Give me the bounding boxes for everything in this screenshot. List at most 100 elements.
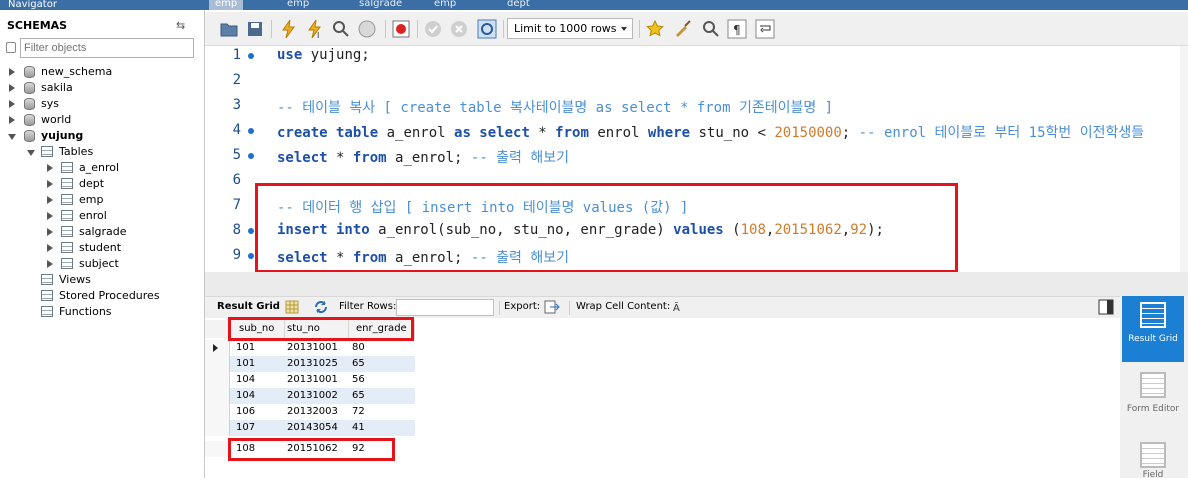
field-types-button[interactable]: Field: [1122, 436, 1184, 502]
execute-current-icon[interactable]: I: [305, 19, 325, 39]
expand-arrow-icon[interactable]: [9, 84, 15, 92]
cell-enr-grade[interactable]: 65: [352, 388, 365, 404]
table-item-subject[interactable]: subject: [0, 256, 200, 272]
expand-arrow-icon[interactable]: [47, 196, 53, 204]
database-icon: [24, 82, 35, 94]
cell-stu-no[interactable]: 20131002: [287, 388, 338, 404]
save-icon[interactable]: [245, 19, 265, 39]
tab-emp[interactable]: emp: [209, 0, 244, 10]
explain-magnifier-icon[interactable]: [331, 19, 351, 39]
schema-item-world[interactable]: world: [0, 112, 200, 128]
cell-sub-no[interactable]: 104: [236, 372, 255, 388]
expand-arrow-icon[interactable]: [47, 228, 53, 236]
execute-lightning-icon[interactable]: [279, 19, 299, 39]
table-item-student[interactable]: student: [0, 240, 200, 256]
table-item-salgrade[interactable]: salgrade: [0, 224, 200, 240]
toggle-error-icon[interactable]: [391, 19, 411, 39]
panel-splitter[interactable]: [205, 272, 1188, 296]
word-wrap-icon[interactable]: [755, 19, 775, 39]
filter-rows-input[interactable]: [396, 299, 494, 316]
expand-arrow-icon[interactable]: [47, 180, 53, 188]
limit-rows-select[interactable]: Limit to 1000 rows: [507, 18, 633, 39]
stop-hand-icon[interactable]: [357, 19, 377, 39]
cell-stu-no[interactable]: 20143054: [287, 420, 338, 436]
cell-enr-grade[interactable]: 41: [352, 420, 365, 436]
table-row[interactable]: 104 20131002 65: [205, 388, 415, 404]
tab-dept[interactable]: dept: [507, 0, 530, 10]
beautify-broom-icon[interactable]: [673, 19, 693, 39]
table-row[interactable]: 104 20131001 56: [205, 372, 415, 388]
cell-stu-no[interactable]: 20132003: [287, 404, 338, 420]
wrap-text-icon[interactable]: Ā: [672, 301, 684, 313]
cell-enr-grade[interactable]: 80: [352, 340, 365, 356]
tab-salgrade[interactable]: salgrade: [359, 0, 402, 10]
cell-sub-no[interactable]: 101: [236, 340, 255, 356]
expand-arrow-icon[interactable]: [47, 244, 53, 252]
invisible-chars-pilcrow-icon[interactable]: ¶: [727, 19, 747, 39]
expand-arrow-icon[interactable]: [9, 100, 15, 108]
auto-commit-icon[interactable]: [477, 19, 497, 39]
code-line-1: use yujung;: [277, 47, 370, 63]
functions-folder[interactable]: Functions: [0, 304, 200, 320]
cell-sub-no[interactable]: 101: [236, 356, 255, 372]
table-row[interactable]: 101 20131001 80: [205, 340, 415, 356]
expand-arrow-icon[interactable]: [9, 68, 15, 76]
schema-item-sys[interactable]: sys: [0, 96, 200, 112]
table-icon: [61, 178, 73, 189]
tab-emp-3[interactable]: emp: [434, 0, 456, 10]
table-item-dept[interactable]: dept: [0, 176, 200, 192]
collapse-arrow-icon[interactable]: [27, 150, 35, 156]
expand-arrow-icon[interactable]: [47, 212, 53, 220]
refresh-arrows-icon[interactable]: [313, 300, 329, 314]
stored-procedures-folder[interactable]: Stored Procedures: [0, 288, 200, 304]
expand-arrow-icon[interactable]: [47, 164, 53, 172]
toolbar-separator: [569, 301, 570, 315]
cell-sub-no[interactable]: 107: [236, 420, 255, 436]
form-editor-button[interactable]: Form Editor: [1122, 366, 1184, 432]
cell-enr-grade[interactable]: 72: [352, 404, 365, 420]
add-snippet-star-icon[interactable]: [645, 19, 665, 39]
table-item-emp[interactable]: emp: [0, 192, 200, 208]
table-row[interactable]: 101 20131025 65: [205, 356, 415, 372]
cell-stu-no[interactable]: 20131001: [287, 340, 338, 356]
table-row[interactable]: 106 20132003 72: [205, 404, 415, 420]
cell-enr-grade[interactable]: 56: [352, 372, 365, 388]
cell-sub-no[interactable]: 104: [236, 388, 255, 404]
schema-item-sakila[interactable]: sakila: [0, 80, 200, 96]
views-folder[interactable]: Views: [0, 272, 200, 288]
table-item-enrol[interactable]: enrol: [0, 208, 200, 224]
export-icon[interactable]: [544, 300, 560, 314]
filter-objects-input[interactable]: [20, 38, 194, 58]
tab-emp-2[interactable]: emp: [287, 0, 309, 10]
tables-folder[interactable]: Tables: [0, 144, 200, 160]
database-icon: [24, 98, 35, 110]
result-grid-label[interactable]: Result Grid: [217, 301, 280, 312]
toggle-panel-icon[interactable]: [1098, 299, 1114, 315]
cell-enr-grade[interactable]: 65: [352, 356, 365, 372]
tables-icon: [41, 146, 53, 157]
result-grid-view-button[interactable]: Result Grid: [1122, 296, 1184, 362]
rollback-cancel-icon[interactable]: [449, 19, 469, 39]
cell-sub-no[interactable]: 106: [236, 404, 255, 420]
grid-view-icon[interactable]: [285, 300, 299, 314]
schema-item-yujung[interactable]: yujung: [0, 128, 200, 144]
database-icon: [24, 114, 35, 126]
result-side-panel: Result Grid Form Editor Field: [1120, 296, 1188, 480]
line-number: 7: [232, 197, 241, 213]
expand-arrow-icon[interactable]: [9, 116, 15, 124]
table-item-a-enrol[interactable]: a_enrol: [0, 160, 200, 176]
schema-item-new-schema[interactable]: new_schema: [0, 64, 200, 80]
cell-stu-no[interactable]: 20131001: [287, 372, 338, 388]
refresh-icon[interactable]: ⇆: [176, 19, 185, 32]
editor-scrollbar[interactable]: [1180, 46, 1188, 272]
svg-text:Ā: Ā: [673, 301, 680, 313]
commit-check-icon[interactable]: [423, 19, 443, 39]
table-row[interactable]: 107 20143054 41: [205, 420, 415, 436]
comment: -- 출력 해보기: [470, 150, 570, 166]
cell-stu-no[interactable]: 20131025: [287, 356, 338, 372]
find-magnifier-icon[interactable]: [701, 19, 721, 39]
expand-arrow-icon[interactable]: [47, 260, 53, 268]
collapse-arrow-icon[interactable]: [8, 134, 16, 140]
export-label: Export:: [504, 301, 541, 312]
open-folder-icon[interactable]: [219, 19, 239, 39]
